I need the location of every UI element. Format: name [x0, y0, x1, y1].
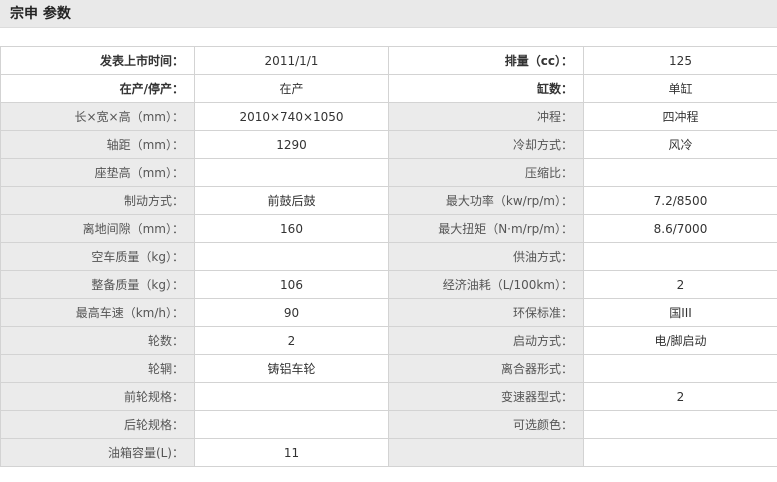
section-header: 宗申 参数 [0, 0, 777, 28]
spec-label: 离合器形式： [388, 354, 584, 383]
spec-value: 7.2/8500 [583, 186, 777, 215]
spec-row: 空车质量（kg）： 供油方式： [0, 242, 777, 271]
spec-label: 空车质量（kg）： [0, 242, 195, 271]
spec-label: 可选颜色： [388, 410, 584, 439]
spec-row: 长×宽×高（mm）： 2010×740×1050 冲程： 四冲程 [0, 102, 777, 131]
spec-value: 风冷 [583, 130, 777, 159]
spec-label: 发表上市时间： [0, 46, 195, 75]
spec-label: 离地间隙（mm）： [0, 214, 195, 243]
spec-row: 整备质量（kg）： 106 经济油耗（L/100km）： 2 [0, 270, 777, 299]
spec-label: 最大扭矩（N·m/rp/m）： [388, 214, 584, 243]
spec-label: 最大功率（kw/rp/m）： [388, 186, 584, 215]
spec-value [194, 382, 389, 411]
spec-value: 2 [583, 270, 777, 299]
spec-label: 供油方式： [388, 242, 584, 271]
spec-value: 2010×740×1050 [194, 102, 389, 131]
spec-value: 106 [194, 270, 389, 299]
spec-value [583, 438, 777, 467]
spec-label: 长×宽×高（mm）： [0, 102, 195, 131]
spec-row: 轮辋： 铸铝车轮 离合器形式： [0, 354, 777, 383]
spec-value [583, 354, 777, 383]
spec-value: 在产 [194, 74, 389, 103]
spec-row: 油箱容量(L)： 11 [0, 438, 777, 467]
spec-value [194, 242, 389, 271]
section-title: 宗申 参数 [10, 6, 71, 22]
spec-label: 最高车速（km/h）： [0, 298, 195, 327]
spec-label: 轴距（mm）： [0, 130, 195, 159]
spec-label: 后轮规格： [0, 410, 195, 439]
spec-row: 离地间隙（mm）： 160 最大扭矩（N·m/rp/m）： 8.6/7000 [0, 214, 777, 243]
spec-label: 启动方式： [388, 326, 584, 355]
spec-value: 四冲程 [583, 102, 777, 131]
spec-row: 前轮规格： 变速器型式： 2 [0, 382, 777, 411]
spec-label: 轮数： [0, 326, 195, 355]
spec-value: 单缸 [583, 74, 777, 103]
spec-value: 90 [194, 298, 389, 327]
spec-label: 制动方式： [0, 186, 195, 215]
spec-value: 125 [583, 46, 777, 75]
spec-row: 最高车速（km/h）： 90 环保标准： 国III [0, 298, 777, 327]
spec-row: 制动方式： 前鼓后鼓 最大功率（kw/rp/m）： 7.2/8500 [0, 186, 777, 215]
spec-label: 座垫高（mm）： [0, 158, 195, 187]
spec-label: 冷却方式： [388, 130, 584, 159]
spec-value [583, 158, 777, 187]
spec-label [388, 438, 584, 467]
spec-label: 变速器型式： [388, 382, 584, 411]
spec-value: 前鼓后鼓 [194, 186, 389, 215]
spec-value [194, 410, 389, 439]
spec-value: 2 [583, 382, 777, 411]
spec-row: 座垫高（mm）： 压缩比： [0, 158, 777, 187]
spec-value: 160 [194, 214, 389, 243]
spec-label: 环保标准： [388, 298, 584, 327]
spec-row: 发表上市时间： 2011/1/1 排量（cc）： 125 [0, 46, 777, 75]
spec-value: 电/脚启动 [583, 326, 777, 355]
spec-label: 排量（cc）： [388, 46, 584, 75]
spec-label: 压缩比： [388, 158, 584, 187]
spec-label: 油箱容量(L)： [0, 438, 195, 467]
spec-value [583, 242, 777, 271]
spec-value: 2 [194, 326, 389, 355]
spec-value [194, 158, 389, 187]
spec-value: 铸铝车轮 [194, 354, 389, 383]
spec-label: 前轮规格： [0, 382, 195, 411]
spec-label: 整备质量（kg）： [0, 270, 195, 299]
spec-row: 轮数： 2 启动方式： 电/脚启动 [0, 326, 777, 355]
spec-value: 1290 [194, 130, 389, 159]
spec-label: 经济油耗（L/100km）： [388, 270, 584, 299]
spec-label: 冲程： [388, 102, 584, 131]
spec-value: 国III [583, 298, 777, 327]
spec-label: 在产/停产： [0, 74, 195, 103]
spec-row: 轴距（mm）： 1290 冷却方式： 风冷 [0, 130, 777, 159]
spec-table-body: 发表上市时间： 2011/1/1 排量（cc）： 125 在产/停产： 在产 缸数： 单缸 长×… [0, 46, 777, 467]
spec-value: 2011/1/1 [194, 46, 389, 75]
spec-row: 后轮规格： 可选颜色： [0, 410, 777, 439]
spec-table: 发表上市时间： 2011/1/1 排量（cc）： 125 在产/停产： 在产 缸数： 单缸 长×… [0, 46, 777, 467]
spec-label: 缸数： [388, 74, 584, 103]
spec-value: 8.6/7000 [583, 214, 777, 243]
spec-row: 在产/停产： 在产 缸数： 单缸 [0, 74, 777, 103]
spec-value [583, 410, 777, 439]
spec-value: 11 [194, 438, 389, 467]
spec-label: 轮辋： [0, 354, 195, 383]
